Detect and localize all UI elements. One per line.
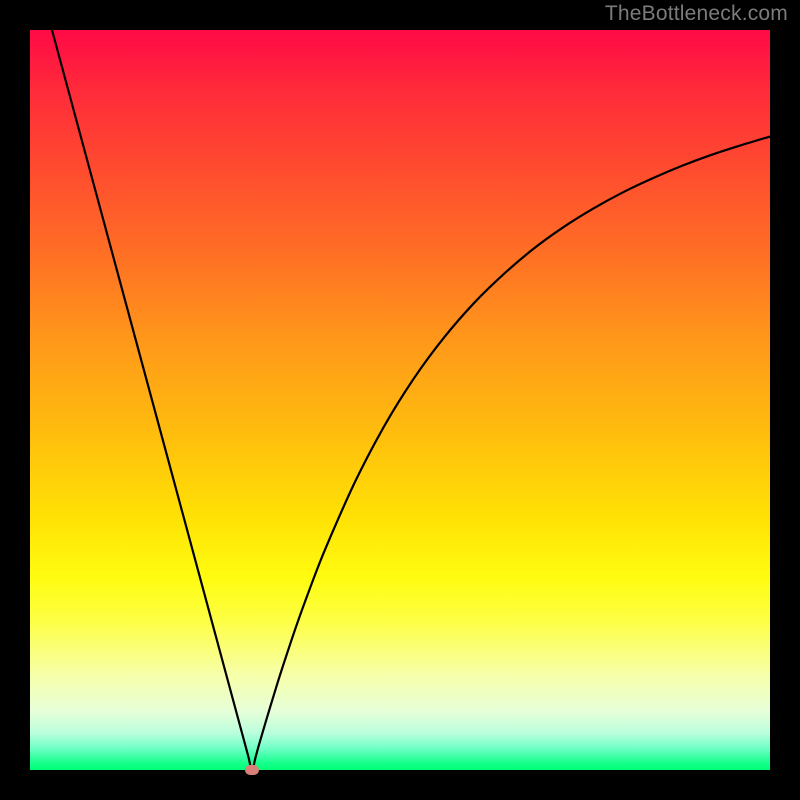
minimum-marker — [245, 765, 259, 775]
chart-frame: TheBottleneck.com — [0, 0, 800, 800]
watermark-label: TheBottleneck.com — [605, 2, 788, 26]
bottleneck-curve — [30, 30, 770, 770]
plot-area — [30, 30, 770, 770]
